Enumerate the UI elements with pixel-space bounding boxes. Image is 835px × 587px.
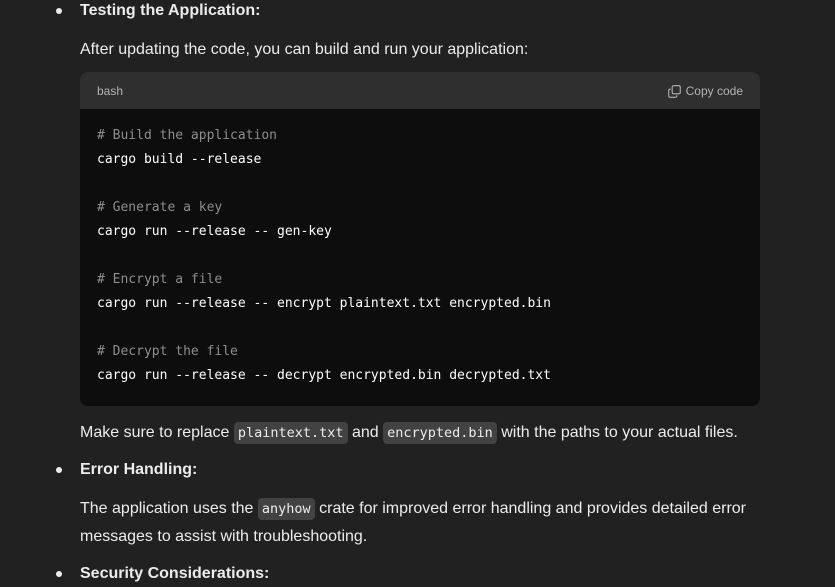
code-block: bash Copy code # Build the application c… [80, 72, 760, 406]
copy-code-label: Copy code [685, 84, 743, 98]
note-text: with the paths to your actual files. [496, 424, 738, 441]
inline-code: encrypted.bin [383, 422, 497, 444]
section-title: Testing the Application: [80, 2, 261, 19]
code-line: cargo run --release -- encrypt plaintext… [97, 296, 551, 311]
code-line: # Generate a key [97, 200, 223, 215]
error-handling-line-2: messages to assist with troubleshooting. [80, 528, 368, 545]
code-line: cargo run --release -- decrypt encrypted… [97, 368, 551, 383]
inline-code: anyhow [257, 498, 315, 520]
code-line: # Decrypt the file [97, 344, 238, 359]
bullet-dot [56, 8, 62, 14]
copy-icon [667, 84, 681, 98]
code-line: # Encrypt a file [97, 272, 223, 287]
error-handling-line-1: The application uses the anyhow crate fo… [80, 498, 747, 520]
section-title: Security Considerations: [80, 565, 270, 582]
section-testing: Testing the Application: [0, 0, 835, 24]
note-text: and [347, 424, 384, 441]
code-language-label: bash [97, 84, 124, 98]
inline-code: plaintext.txt [233, 422, 348, 444]
section-title: Error Handling: [80, 461, 198, 478]
copy-code-button[interactable]: Copy code [667, 82, 743, 100]
error-text: The application uses the [80, 500, 258, 517]
bullet-dot [56, 467, 62, 473]
section-security: Security Considerations: [0, 562, 835, 586]
error-text: crate for improved error handling and pr… [314, 500, 747, 517]
code-block-header: bash Copy code [80, 72, 760, 109]
note-text: Make sure to replace [80, 424, 234, 441]
testing-intro: After updating the code, you can build a… [80, 41, 529, 58]
bullet-dot [56, 571, 62, 577]
testing-note: Make sure to replace plaintext.txt and e… [80, 422, 738, 444]
code-line: cargo build --release [97, 152, 262, 167]
section-error-handling: Error Handling: [0, 458, 835, 482]
code-line: # Build the application [97, 128, 278, 143]
code-line: cargo run --release -- gen-key [97, 224, 332, 239]
